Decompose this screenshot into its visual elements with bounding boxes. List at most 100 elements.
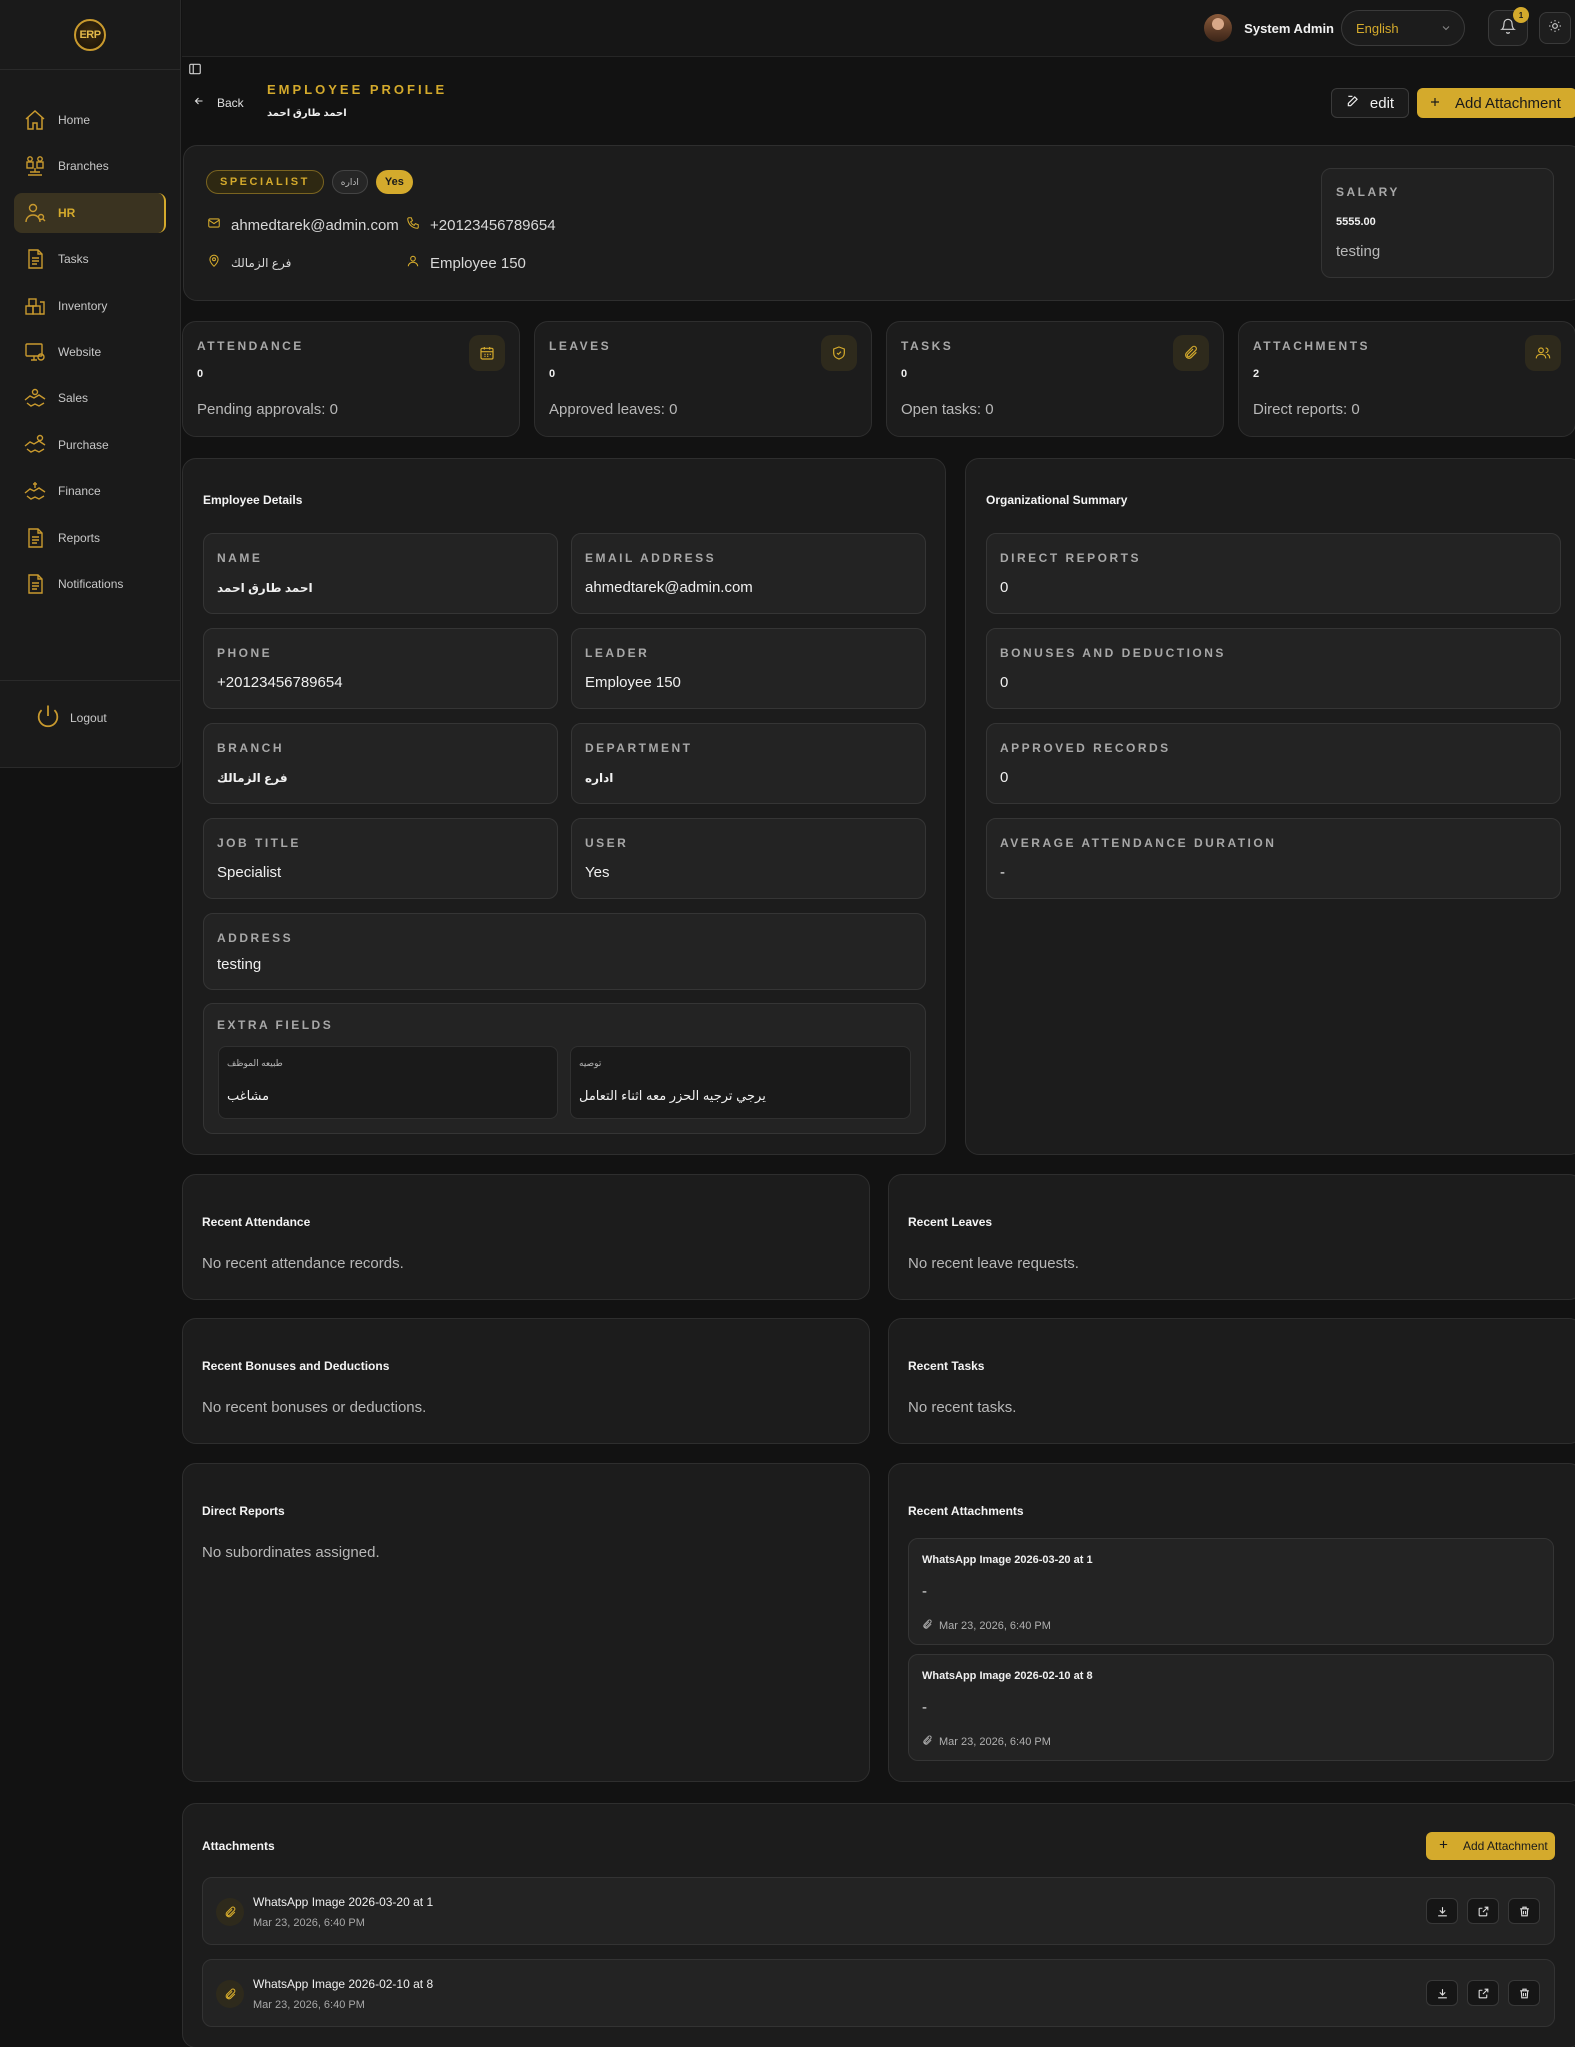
extra-field-key: توصيه [579, 1058, 602, 1068]
field-phone: PHONE +20123456789654 [203, 628, 558, 709]
role-chip: SPECIALIST [206, 170, 324, 194]
paperclip-icon [216, 1898, 244, 1926]
field-department: DEPARTMENT اداره [571, 723, 926, 804]
sidebar-item-sales[interactable]: Sales [14, 378, 166, 418]
theme-toggle-button[interactable] [1539, 12, 1571, 44]
finance-icon [22, 478, 48, 504]
recent-attachment-item[interactable]: WhatsApp Image 2026-03-20 at 1 - Mar 23,… [908, 1538, 1554, 1645]
field-label: USER [585, 836, 629, 850]
sidebar-item-finance[interactable]: Finance [14, 471, 166, 511]
field-leader: LEADER Employee 150 [571, 628, 926, 709]
user-menu[interactable]: System Admin [1204, 14, 1334, 42]
section-title: Recent Tasks [908, 1359, 985, 1373]
sidebar-item-notifications[interactable]: Notifications [14, 564, 166, 604]
extra-fields: EXTRA FIELDS طبيعه الموظف مشاغب توصيه ير… [203, 1003, 926, 1134]
sidebar-toggle-icon[interactable] [188, 62, 202, 81]
extra-field-value: مشاغب [227, 1088, 270, 1103]
bell-icon [1500, 18, 1516, 39]
sidebar-item-label: HR [58, 205, 76, 220]
stat-sub: Direct reports: 0 [1253, 401, 1360, 418]
sidebar-item-label: Reports [58, 530, 101, 545]
direct-reports-card: Direct Reports No subordinates assigned. [182, 1463, 870, 1782]
profile-email[interactable]: ahmedtarek@admin.com [207, 216, 399, 234]
hr-icon [22, 200, 48, 226]
field-value: testing [217, 956, 262, 973]
sidebar-item-label: Finance [58, 484, 101, 499]
section-title: Recent Attachments [908, 1504, 1024, 1518]
attachment-description: - [922, 1699, 927, 1716]
field-label: AVERAGE ATTENDANCE DURATION [1000, 836, 1277, 850]
attachment-date: Mar 23, 2026, 6:40 PM [253, 1917, 365, 1929]
attachment-actions [1417, 1898, 1540, 1924]
plus-icon [1429, 95, 1455, 112]
download-button[interactable] [1426, 1898, 1458, 1924]
notifications-button[interactable]: 1 [1488, 7, 1529, 46]
edit-button[interactable]: edit [1331, 88, 1409, 118]
back-button[interactable]: Back [193, 95, 244, 110]
profile-email-text: ahmedtarek@admin.com [231, 216, 399, 234]
open-external-button[interactable] [1467, 1980, 1499, 2006]
stat-label: ATTENDANCE [197, 339, 304, 353]
user-name: System Admin [1244, 20, 1334, 36]
open-external-button[interactable] [1467, 1898, 1499, 1924]
employee-details-card: Employee Details NAME احمد طارق احمد EMA… [182, 458, 946, 1155]
notifications-icon [22, 571, 48, 597]
user-chip: Yes [375, 170, 413, 194]
sidebar-item-home[interactable]: Home [14, 100, 166, 140]
stat-value: 0 [197, 368, 204, 380]
extra-field: توصيه يرجي ترجيه الحزر معه اثناء التعامل [570, 1046, 911, 1119]
recent-tasks-card: Recent Tasks No recent tasks. [888, 1318, 1575, 1444]
plus-icon [1438, 1839, 1463, 1853]
sidebar-item-website[interactable]: Website [14, 332, 166, 372]
attachment-name: WhatsApp Image 2026-02-10 at 8 [253, 1977, 434, 1991]
field-label: PHONE [217, 646, 273, 660]
stat-label: LEAVES [549, 339, 612, 353]
field-value: - [1000, 864, 1005, 881]
attachments-card: Attachments Add Attachment WhatsApp Imag… [182, 1803, 1575, 2047]
sidebar-item-branches[interactable]: Branches [14, 146, 166, 186]
org-average-attendance: AVERAGE ATTENDANCE DURATION - [986, 818, 1561, 899]
sidebar-item-purchase[interactable]: Purchase [14, 425, 166, 465]
add-attachment-button[interactable]: Add Attachment [1426, 1832, 1555, 1860]
add-attachment-button[interactable]: Add Attachment [1417, 88, 1575, 118]
org-bonuses-deductions: BONUSES AND DEDUCTIONS 0 [986, 628, 1561, 709]
sun-icon [1548, 19, 1562, 38]
sidebar-item-label: Website [58, 344, 102, 359]
profile-card: SPECIALIST اداره Yes ahmedtarek@admin.co… [183, 145, 1575, 301]
field-label: JOB TITLE [217, 836, 301, 850]
department-chip: اداره [331, 170, 368, 194]
sidebar-item-reports[interactable]: Reports [14, 518, 166, 558]
download-button[interactable] [1426, 1980, 1458, 2006]
stat-label: TASKS [901, 339, 954, 353]
field-label: ADDRESS [217, 931, 294, 945]
sidebar-item-hr[interactable]: HR [14, 192, 166, 233]
erp-logo[interactable]: ERP [74, 18, 106, 51]
profile-phone[interactable]: +20123456789654 [406, 216, 556, 234]
mail-icon [207, 216, 231, 234]
paperclip-icon [1173, 335, 1209, 371]
extra-field: طبيعه الموظف مشاغب [218, 1046, 558, 1119]
field-user: USER Yes [571, 818, 926, 899]
arrow-left-icon [193, 95, 217, 110]
logout-button[interactable]: Logout [34, 702, 107, 733]
recent-attendance-card: Recent Attendance No recent attendance r… [182, 1174, 870, 1300]
delete-button[interactable] [1508, 1898, 1540, 1924]
recent-attachment-item[interactable]: WhatsApp Image 2026-02-10 at 8 - Mar 23,… [908, 1654, 1554, 1761]
language-select[interactable]: English [1341, 10, 1465, 46]
field-value: اداره [585, 771, 614, 785]
field-label: LEADER [585, 646, 650, 660]
extra-field-value: يرجي ترجيه الحزر معه اثناء التعامل [579, 1088, 766, 1103]
field-label: DEPARTMENT [585, 741, 693, 755]
shield-check-icon [821, 335, 857, 371]
website-icon [22, 339, 48, 365]
attachment-row: WhatsApp Image 2026-02-10 at 8 Mar 23, 2… [202, 1959, 1555, 2027]
field-label: BRANCH [217, 741, 284, 755]
field-value: 0 [1000, 579, 1009, 596]
sidebar-item-tasks[interactable]: Tasks [14, 239, 166, 279]
calendar-icon [469, 335, 505, 371]
delete-button[interactable] [1508, 1980, 1540, 2006]
sidebar-item-inventory[interactable]: Inventory [14, 286, 166, 326]
page-title: EMPLOYEE PROFILE [267, 82, 448, 97]
field-value: احمد طارق احمد [217, 581, 313, 595]
stat-label: ATTACHMENTS [1253, 339, 1371, 353]
